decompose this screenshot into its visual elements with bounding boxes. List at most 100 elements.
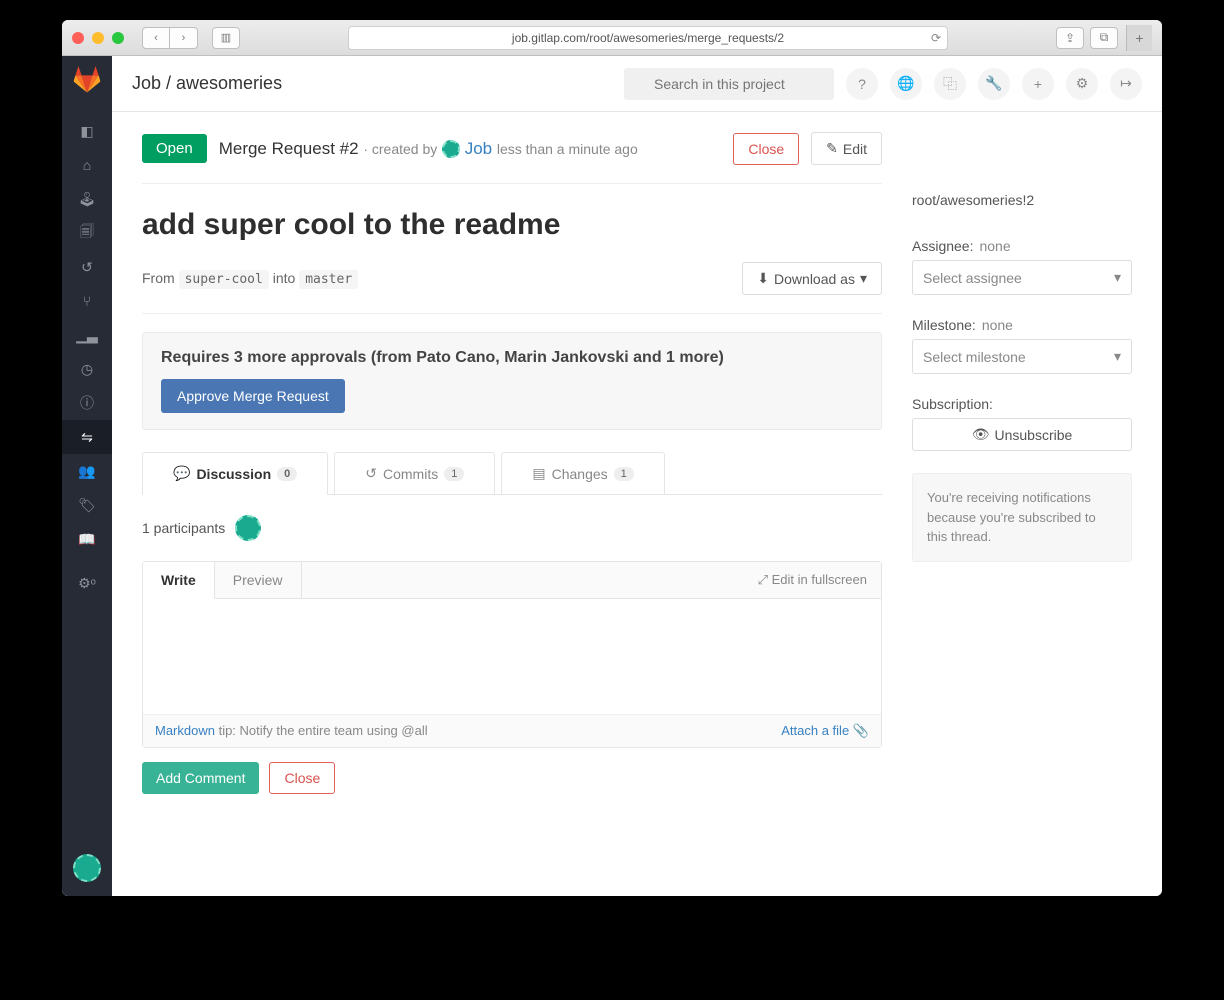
sidebar-merge-requests-icon[interactable]: ⇋ bbox=[62, 420, 112, 454]
chevron-down-icon: ▾ bbox=[1114, 348, 1121, 365]
gitlab-logo-icon[interactable] bbox=[73, 66, 101, 94]
close-comment-button[interactable]: Close bbox=[269, 762, 335, 794]
forward-button[interactable]: › bbox=[170, 27, 198, 49]
branch-info: From super-cool into master bbox=[142, 270, 358, 287]
tabs-icon[interactable]: ⧉ bbox=[1090, 27, 1118, 49]
tab-changes[interactable]: ▤ Changes 1 bbox=[501, 452, 664, 494]
breadcrumb[interactable]: Job / awesomeries bbox=[132, 73, 282, 94]
sidebar-issues-icon[interactable]: ⓘ bbox=[62, 386, 112, 420]
search-input[interactable] bbox=[624, 68, 834, 100]
markdown-tip: Markdown tip: Notify the entire team usi… bbox=[155, 723, 428, 739]
tab-commits-label: Commits bbox=[383, 466, 438, 482]
paperclip-icon: 📎 bbox=[853, 723, 869, 738]
milestone-section: Milestone: none Select milestone ▾ bbox=[912, 317, 1132, 374]
assignee-label-row: Assignee: none bbox=[912, 238, 1132, 254]
assignee-select[interactable]: Select assignee ▾ bbox=[912, 260, 1132, 295]
tab-changes-label: Changes bbox=[552, 466, 608, 482]
url-bar[interactable]: job.gitlap.com/root/awesomeries/merge_re… bbox=[348, 26, 948, 50]
mr-header: Open Merge Request #2 · created by Job l… bbox=[142, 132, 882, 184]
tab-discussion[interactable]: 💬 Discussion 0 bbox=[142, 452, 328, 495]
maximize-window-icon[interactable] bbox=[112, 32, 124, 44]
sidebar-branches-icon[interactable]: ⑂ bbox=[62, 284, 112, 318]
sidebar-members-icon[interactable]: 👥 bbox=[62, 454, 112, 488]
sidebar-labels-icon[interactable]: 🏷 bbox=[62, 488, 112, 522]
sidebar-files-icon[interactable]: 🗐 bbox=[62, 216, 112, 250]
eye-icon: 👁 bbox=[972, 426, 990, 443]
milestone-select[interactable]: Select milestone ▾ bbox=[912, 339, 1132, 374]
titlebar: ‹ › ▥ job.gitlap.com/root/awesomeries/me… bbox=[62, 20, 1162, 56]
comment-box: Write Preview ⤢ Edit in fullscreen Markd… bbox=[142, 561, 882, 748]
assignee-label: Assignee: bbox=[912, 238, 973, 254]
sidebar-collapse-icon[interactable]: ◧ bbox=[62, 114, 112, 148]
approve-button[interactable]: Approve Merge Request bbox=[161, 379, 345, 413]
tip-text: tip: Notify the entire team using @all bbox=[215, 723, 428, 738]
url-text: job.gitlap.com/root/awesomeries/merge_re… bbox=[512, 31, 784, 45]
unsubscribe-button[interactable]: 👁 Unsubscribe bbox=[912, 418, 1132, 451]
help-icon[interactable]: ? bbox=[846, 68, 878, 100]
into-label: into bbox=[273, 270, 296, 286]
mr-id: Merge Request #2 bbox=[219, 139, 359, 158]
new-icon[interactable]: + bbox=[1022, 68, 1054, 100]
copy-icon[interactable]: ⿻ bbox=[934, 68, 966, 100]
close-window-icon[interactable] bbox=[72, 32, 84, 44]
tab-discussion-label: Discussion bbox=[196, 466, 271, 482]
subscription-section: Subscription: 👁 Unsubscribe bbox=[912, 396, 1132, 451]
share-icon[interactable]: ⇪ bbox=[1056, 27, 1084, 49]
markdown-link[interactable]: Markdown bbox=[155, 723, 215, 738]
write-tab[interactable]: Write bbox=[143, 562, 215, 599]
sidebar-toggle-button[interactable]: ▥ bbox=[212, 27, 240, 49]
history-icon: ↺ bbox=[365, 465, 377, 482]
user-avatar-icon[interactable] bbox=[73, 854, 101, 882]
participant-avatar-icon[interactable] bbox=[235, 515, 261, 541]
comment-actions: Add Comment Close bbox=[142, 762, 882, 794]
download-button[interactable]: ⬇ Download as ▾ bbox=[742, 262, 882, 295]
tab-commits-count: 1 bbox=[444, 467, 464, 481]
comment-textarea[interactable] bbox=[143, 599, 881, 709]
subscription-label: Subscription: bbox=[912, 396, 1132, 412]
close-mr-button[interactable]: Close bbox=[733, 133, 799, 165]
reload-icon[interactable]: ⟳ bbox=[931, 31, 941, 45]
sidebar-dashboard-icon[interactable]: 🕹 bbox=[62, 182, 112, 216]
milestone-label-row: Milestone: none bbox=[912, 317, 1132, 333]
attach-file[interactable]: Attach a file 📎 bbox=[781, 723, 869, 739]
mr-title: add super cool to the readme bbox=[142, 208, 882, 242]
sidebar-wiki-icon[interactable]: 📖 bbox=[62, 522, 112, 556]
main: Job / awesomeries ? 🌐 ⿻ 🔧 + ⚙ ↦ Open bbox=[112, 56, 1162, 896]
status-badge: Open bbox=[142, 134, 207, 163]
milestone-placeholder: Select milestone bbox=[923, 349, 1026, 365]
back-button[interactable]: ‹ bbox=[142, 27, 170, 49]
edit-mr-button[interactable]: ✎Edit bbox=[811, 132, 882, 165]
signout-icon[interactable]: ↦ bbox=[1110, 68, 1142, 100]
add-comment-button[interactable]: Add Comment bbox=[142, 762, 259, 794]
sidebar-settings-icon[interactable]: ⚙ᵒ bbox=[62, 566, 112, 600]
mr-header-line: Merge Request #2 · created by Job less t… bbox=[219, 139, 638, 159]
fullscreen-label: Edit in fullscreen bbox=[772, 572, 867, 587]
explore-icon[interactable]: 🌐 bbox=[890, 68, 922, 100]
comment-footer: Markdown tip: Notify the entire team usi… bbox=[143, 714, 881, 747]
author-avatar-icon bbox=[442, 140, 460, 158]
topbar: Job / awesomeries ? 🌐 ⿻ 🔧 + ⚙ ↦ bbox=[112, 56, 1162, 112]
sidebar-milestones-icon[interactable]: ◷ bbox=[62, 352, 112, 386]
author-link[interactable]: Job bbox=[465, 139, 492, 158]
admin-icon[interactable]: 🔧 bbox=[978, 68, 1010, 100]
created-by-prefix: · created by bbox=[363, 141, 437, 157]
minimize-window-icon[interactable] bbox=[92, 32, 104, 44]
mr-reference: root/awesomeries!2 bbox=[912, 192, 1132, 208]
branch-row: From super-cool into master ⬇ Download a… bbox=[142, 262, 882, 314]
settings-icon[interactable]: ⚙ bbox=[1066, 68, 1098, 100]
sidebar-history-icon[interactable]: ↺ bbox=[62, 250, 112, 284]
unsubscribe-label: Unsubscribe bbox=[994, 427, 1072, 443]
sidebar-graphs-icon[interactable]: ▁▃ bbox=[62, 318, 112, 352]
comment-icon: 💬 bbox=[173, 465, 190, 482]
fullscreen-link[interactable]: ⤢ Edit in fullscreen bbox=[744, 572, 881, 588]
tab-commits[interactable]: ↺ Commits 1 bbox=[334, 452, 495, 494]
created-time: less than a minute ago bbox=[497, 141, 638, 157]
mr-tabs: 💬 Discussion 0 ↺ Commits 1 ▤ Changes bbox=[142, 452, 882, 495]
search-wrap bbox=[624, 68, 834, 100]
new-tab-button[interactable]: + bbox=[1126, 25, 1152, 51]
milestone-label: Milestone: bbox=[912, 317, 976, 333]
sidebar-home-icon[interactable]: ⌂ bbox=[62, 148, 112, 182]
pencil-icon: ✎ bbox=[826, 140, 838, 157]
attach-link[interactable]: Attach a file bbox=[781, 723, 849, 738]
preview-tab[interactable]: Preview bbox=[215, 562, 302, 598]
